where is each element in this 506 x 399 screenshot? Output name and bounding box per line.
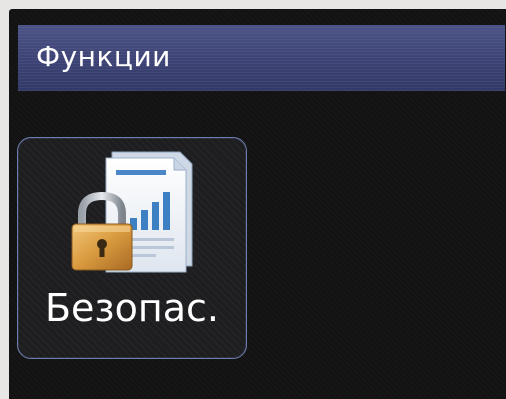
tile-label: Безопас. bbox=[44, 286, 219, 330]
security-function-tile[interactable]: Безопас. bbox=[17, 137, 247, 359]
device-screen: Функции Безопас. bbox=[9, 9, 506, 399]
lock-document-icon bbox=[71, 151, 193, 273]
screen-title: Функции bbox=[36, 40, 171, 73]
title-bar: Функции bbox=[18, 25, 505, 91]
